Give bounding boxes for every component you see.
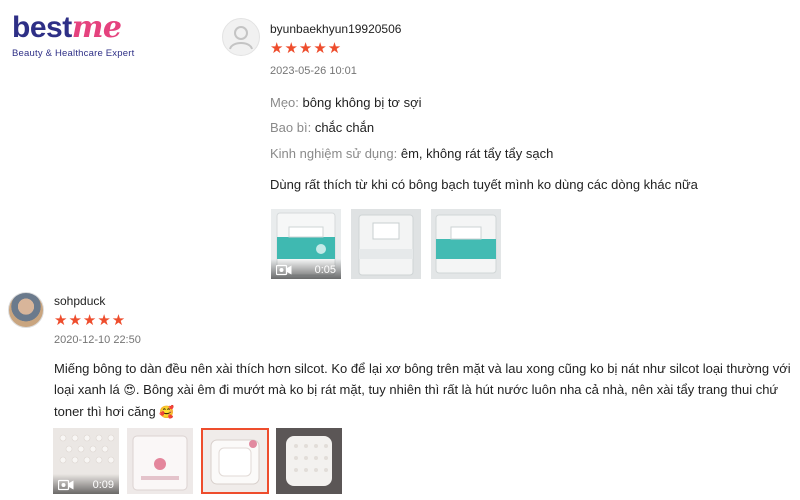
heart-eyes-emoji: 😍 <box>123 383 136 397</box>
review-attr-experience: Kinh nghiệm sử dụng: êm, không rát tẩy t… <box>270 146 554 161</box>
review-comment: Dùng rất thích từ khi có bông bạch tuyết… <box>270 177 698 192</box>
user-icon <box>229 26 253 50</box>
logo-tagline: Beauty & Healthcare Expert <box>12 48 135 59</box>
video-duration: 0:09 <box>92 479 114 491</box>
cotton-pad-package-image <box>351 209 421 279</box>
video-camera-icon <box>276 264 292 276</box>
cotton-pad-package-image <box>127 428 193 494</box>
review-video-thumbnail[interactable]: 0:05 <box>271 209 341 279</box>
logo-wordmark: bestme <box>12 10 122 45</box>
review-datetime: 2023-05-26 10:01 <box>270 65 357 77</box>
rating-stars: ★★★★★ <box>270 40 343 57</box>
user-avatar[interactable] <box>8 292 44 328</box>
default-avatar[interactable] <box>222 18 260 56</box>
review-video-thumbnail[interactable]: 0:09 <box>53 428 119 494</box>
review-comment: Miếng bông to dàn đều nên xài thích hơn … <box>54 361 791 419</box>
video-camera-icon <box>58 479 74 491</box>
bestme-logo: bestme Beauty & Healthcare Expert <box>12 8 172 60</box>
review-attr-tip: Mẹo: bông không bị tơ sợi <box>270 95 422 110</box>
review-photo-thumbnail[interactable] <box>276 428 342 494</box>
smiling-hearts-emoji: 🥰 <box>159 405 175 419</box>
rating-stars: ★★★★★ <box>54 312 127 329</box>
cotton-pad-package-image <box>203 430 267 492</box>
review-username[interactable]: byunbaekhyun19920506 <box>270 22 401 36</box>
review-username[interactable]: sohpduck <box>54 294 105 308</box>
cotton-pad-image <box>276 428 342 494</box>
review-photo-thumbnail[interactable] <box>431 209 501 279</box>
video-duration: 0:05 <box>314 264 336 276</box>
cotton-pad-package-image <box>431 209 501 279</box>
review-photo-thumbnail-selected[interactable] <box>201 428 269 494</box>
review-photo-thumbnail[interactable] <box>351 209 421 279</box>
review-datetime: 2020-12-10 22:50 <box>54 334 141 346</box>
review-attr-packaging: Bao bì: chắc chắn <box>270 120 375 135</box>
review-photo-thumbnail[interactable] <box>127 428 193 494</box>
